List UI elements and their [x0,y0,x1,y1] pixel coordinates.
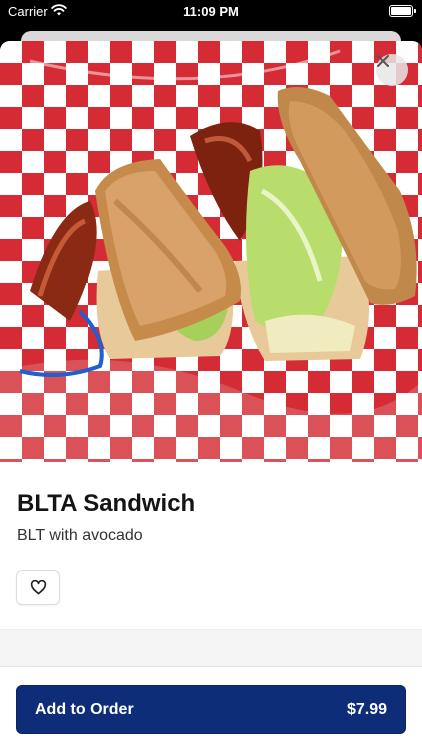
status-bar: Carrier 11:09 PM [0,0,422,24]
add-to-order-button[interactable]: Add to Order $7.99 [16,685,406,734]
item-price: $7.99 [346,700,387,718]
battery-icon [389,5,416,17]
clock: 11:09 PM [183,4,239,19]
item-title: BLTA Sandwich [17,490,196,517]
heart-outline-icon [30,580,46,595]
bottom-action-bar: Add to Order $7.99 [0,666,422,750]
close-icon [377,55,389,67]
item-photo [0,41,422,462]
add-to-order-label: Add to Order [35,700,134,718]
section-divider [0,629,422,666]
item-description: BLT with avocado [17,527,143,544]
close-button[interactable] [376,54,408,86]
sandwich-illustration [0,49,422,462]
favorite-button[interactable] [16,570,60,605]
item-detail-sheet: BLTA Sandwich BLT with avocado Add to Or… [0,41,422,750]
